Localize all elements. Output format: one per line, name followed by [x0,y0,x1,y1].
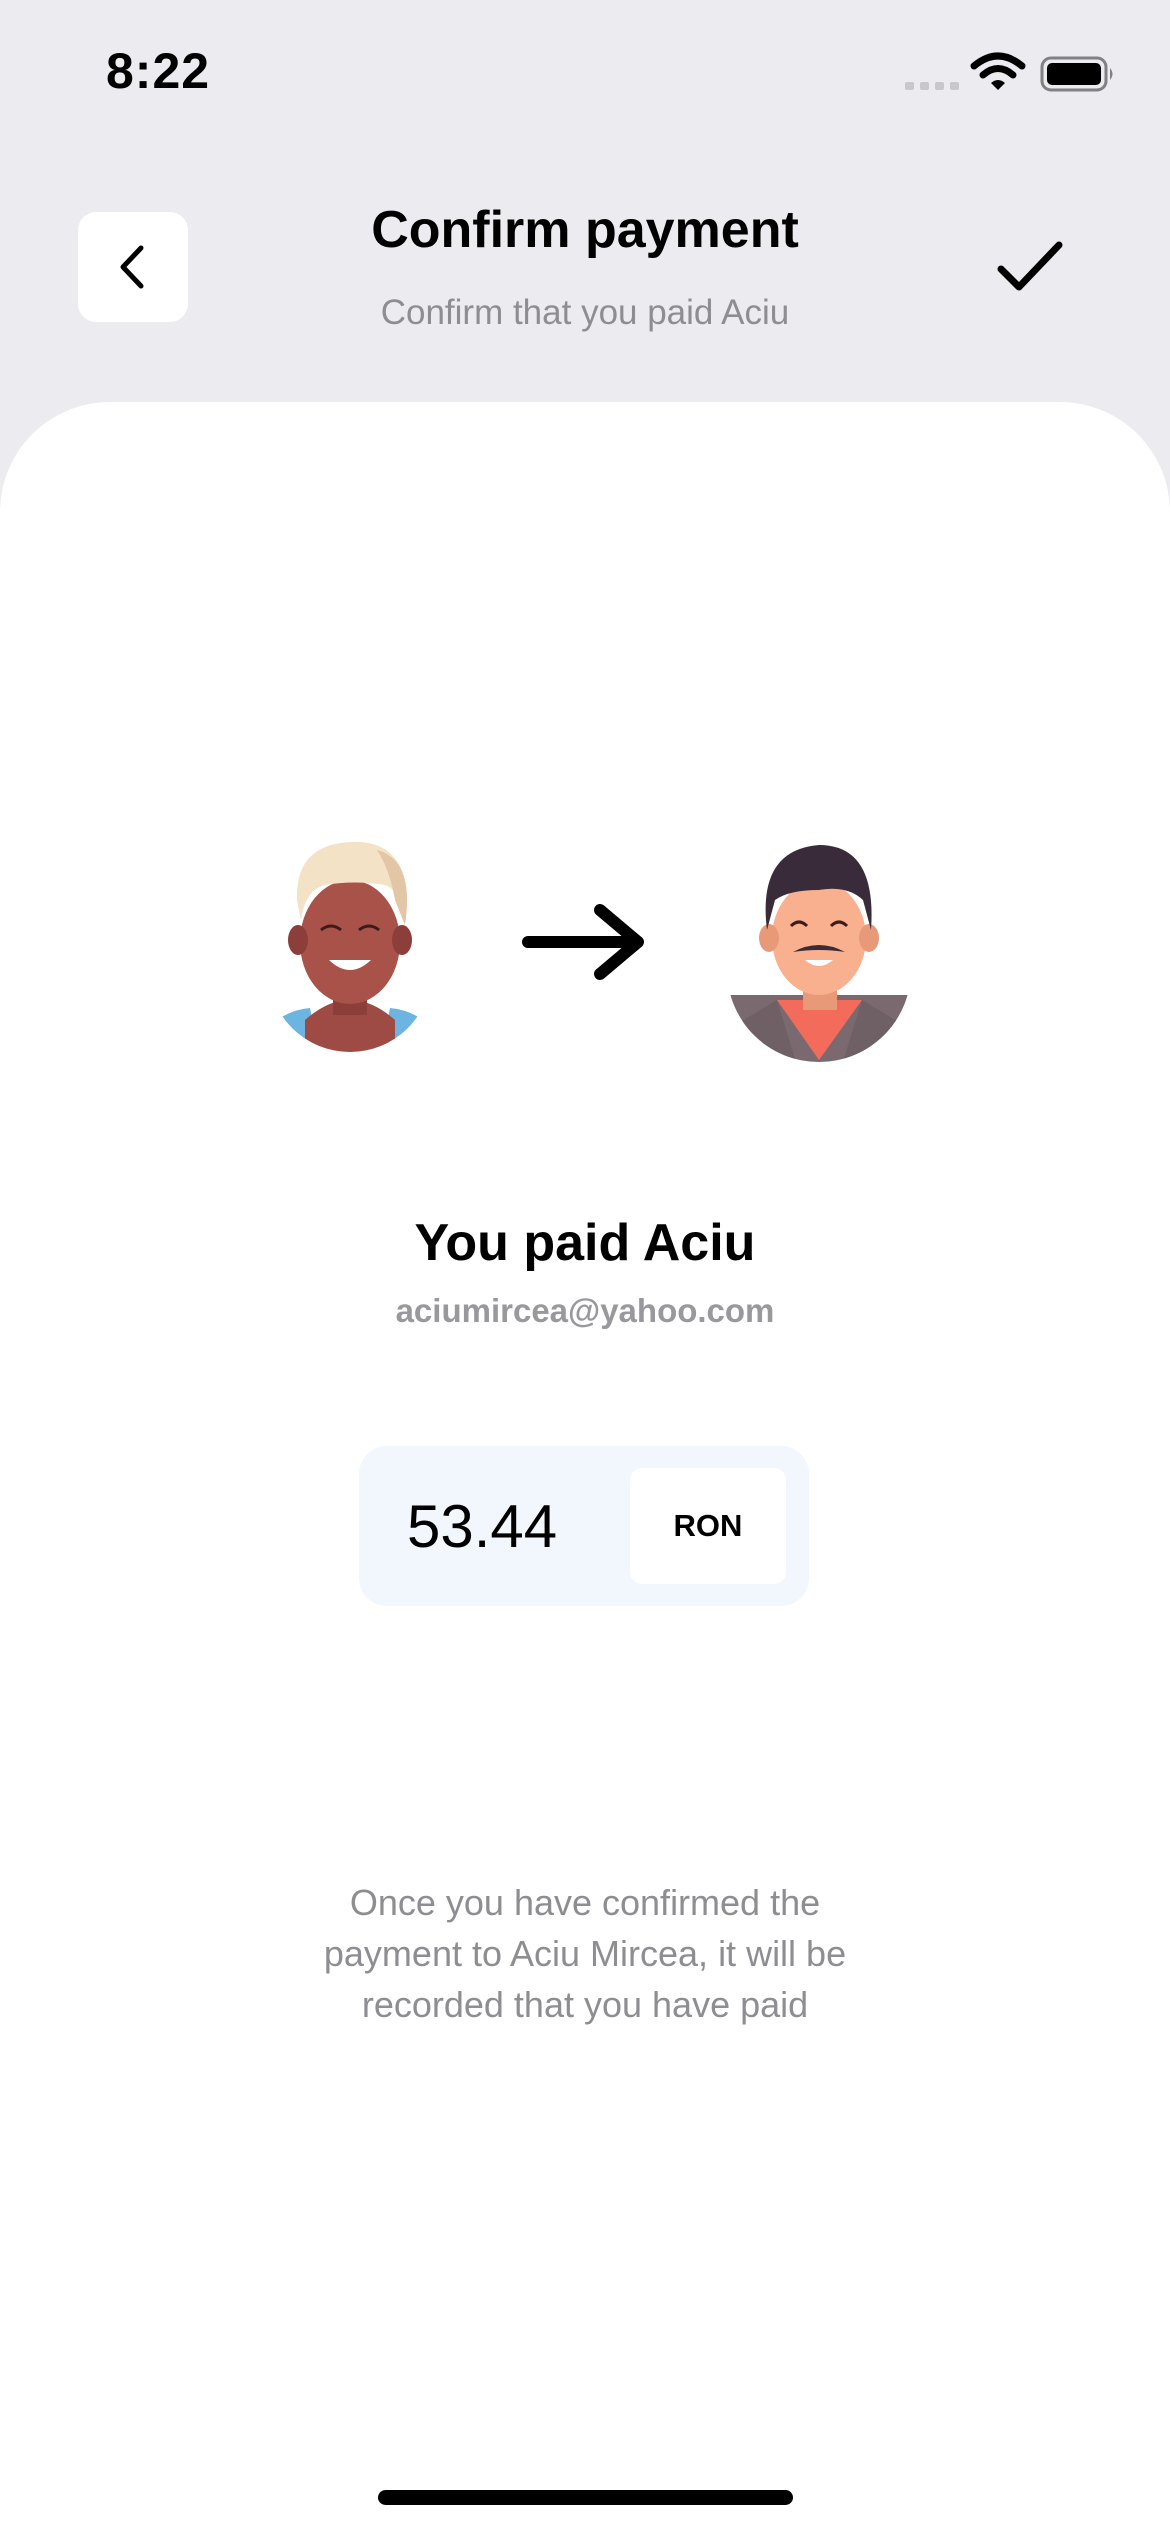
status-time: 8:22 [106,43,211,99]
currency-selector[interactable]: RON [630,1468,786,1584]
status-bar: 8:22 [0,0,1170,150]
checkmark-icon [997,241,1063,291]
arrow-right-icon [522,904,644,980]
info-text: Once you have confirmed the payment to A… [323,1882,847,2025]
confirm-button[interactable] [990,232,1070,302]
recipient-title: You paid Aciu [414,1214,756,1272]
avatar-payer [268,841,432,1052]
signal-icon [905,82,959,90]
amount-input-group: 53.44 RON [359,1446,809,1606]
home-indicator [378,2490,793,2505]
recipient-email: aciumircea@yahoo.com [395,1292,775,1329]
amount-input[interactable]: 53.44 [407,1492,557,1561]
wifi-icon [970,52,1026,90]
battery-icon [1040,56,1113,92]
avatar-payee [727,845,911,1062]
